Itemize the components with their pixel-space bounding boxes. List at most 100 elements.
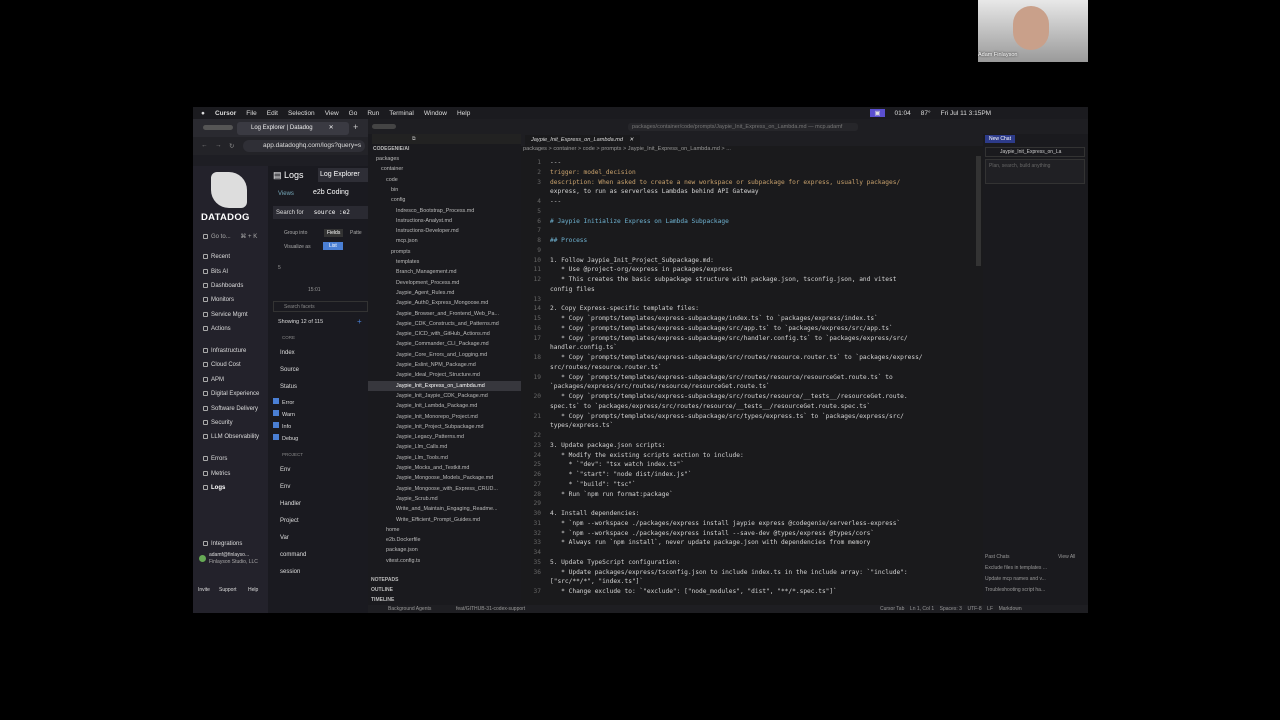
nav-errors[interactable]: Errors bbox=[203, 456, 227, 462]
view-all-link[interactable]: View All bbox=[1058, 554, 1075, 560]
status-debug[interactable]: Debug bbox=[273, 434, 368, 446]
back-icon[interactable]: ← bbox=[201, 142, 208, 149]
chat-tab[interactable]: Jaypie_Init_Express_on_La bbox=[985, 147, 1085, 157]
file-item[interactable]: Jaypie_Core_Errors_and_Logging.md bbox=[368, 350, 521, 360]
nav-security[interactable]: Security bbox=[203, 420, 233, 426]
nav-logs[interactable]: Logs bbox=[203, 485, 225, 491]
nav-bits-ai[interactable]: Bits AI bbox=[203, 269, 228, 275]
new-tab-icon[interactable]: + bbox=[353, 122, 358, 132]
goto-search[interactable]: Go to... ⌘ + K bbox=[203, 233, 257, 240]
status-warn[interactable]: Warn bbox=[273, 410, 368, 422]
file-item[interactable]: Jaypie_Agent_Rules.md bbox=[368, 288, 521, 298]
file-item[interactable]: mcp.json bbox=[368, 236, 521, 246]
file-item[interactable]: Jaypie_Mongoose_with_Express_CRUD... bbox=[368, 484, 521, 494]
support-button[interactable]: Support bbox=[219, 587, 237, 593]
nav-recent[interactable]: Recent bbox=[203, 254, 230, 260]
saved-view-name[interactable]: e2b Coding bbox=[313, 189, 349, 196]
file-item[interactable]: Jaypie_Llm_Tools.md bbox=[368, 453, 521, 463]
browser-tab[interactable]: Log Explorer | Datadog ✕ bbox=[237, 122, 349, 135]
editor-tab[interactable]: Jaypie_Init_Express_on_Lambda.md ✕ bbox=[525, 135, 640, 146]
file-item[interactable]: Jaypie_CDK_Constructs_and_Patterns.md bbox=[368, 319, 521, 329]
folder-item[interactable]: home bbox=[368, 525, 521, 535]
nav-llm-observability[interactable]: LLM Observability bbox=[203, 434, 259, 440]
add-facet-icon[interactable]: + bbox=[357, 317, 362, 326]
file-item[interactable]: Instructions-Developer.md bbox=[368, 226, 521, 236]
file-item[interactable]: Jaypie_Auth0_Express_Mongoose.md bbox=[368, 298, 521, 308]
breadcrumb-path[interactable]: packages > container > code > prompts > … bbox=[523, 146, 731, 152]
file-item[interactable]: Jaypie_Browser_and_Frontend_Web_Pa... bbox=[368, 309, 521, 319]
menu-run[interactable]: Run bbox=[367, 110, 379, 117]
menu-app-name[interactable]: Cursor bbox=[215, 110, 236, 117]
search-facets-input[interactable]: Search facets bbox=[273, 301, 368, 312]
file-item[interactable]: Jaypie_Llm_Calls.md bbox=[368, 442, 521, 452]
file-item[interactable]: Write_Efficient_Prompt_Guides.md bbox=[368, 515, 521, 525]
file-item[interactable]: Jaypie_Init_Express_on_Lambda.md bbox=[368, 380, 521, 391]
nav-actions[interactable]: Actions bbox=[203, 326, 231, 332]
avatar[interactable] bbox=[199, 555, 206, 562]
timeline-section[interactable]: TIMELINE bbox=[371, 595, 394, 605]
close-tab-icon[interactable]: ✕ bbox=[629, 137, 634, 143]
facet-session[interactable]: session bbox=[280, 569, 300, 575]
file-item[interactable]: Instructions-Analyst.md bbox=[368, 216, 521, 226]
nav-metrics[interactable]: Metrics bbox=[203, 471, 230, 477]
background-agents[interactable]: Background Agents bbox=[388, 606, 431, 612]
patterns-button[interactable]: Patte bbox=[350, 230, 362, 236]
file-item[interactable]: Jaypie_Legacy_Patterns.md bbox=[368, 432, 521, 442]
file-item[interactable]: Jaypie_Scrub.md bbox=[368, 494, 521, 504]
facet-var[interactable]: Var bbox=[280, 535, 289, 541]
facet-project[interactable]: Project bbox=[280, 518, 299, 524]
folder-item[interactable]: templates bbox=[368, 257, 521, 267]
outline-section[interactable]: OUTLINE bbox=[371, 585, 393, 595]
facet-env[interactable]: Env bbox=[280, 467, 290, 473]
close-tab-icon[interactable]: ✕ bbox=[329, 125, 334, 131]
nav-monitors[interactable]: Monitors bbox=[203, 297, 234, 303]
nav-infrastructure[interactable]: Infrastructure bbox=[203, 348, 246, 354]
log-search-input[interactable]: Search for source :e2 bbox=[273, 206, 368, 219]
fields-button[interactable]: Fields bbox=[324, 229, 344, 237]
file-item[interactable]: vitest.config.ts bbox=[368, 556, 521, 566]
nav-dashboards[interactable]: Dashboards bbox=[203, 283, 243, 289]
apple-icon[interactable]: ● bbox=[201, 110, 205, 117]
git-branch[interactable]: feat/GITHUB-31-codex-support bbox=[456, 606, 525, 612]
file-item[interactable]: Jaypie_Init_Jaypie_CDK_Package.md bbox=[368, 391, 521, 401]
menu-help[interactable]: Help bbox=[457, 110, 470, 117]
log-explorer-tab[interactable]: Log Explorer bbox=[318, 168, 368, 182]
views-button[interactable]: Views bbox=[278, 191, 294, 197]
menu-edit[interactable]: Edit bbox=[267, 110, 278, 117]
nav-service-mgmt[interactable]: Service Mgmt bbox=[203, 312, 248, 318]
status-info[interactable]: Info bbox=[273, 422, 368, 434]
file-item[interactable]: Jaypie_Eslint_NPM_Package.md bbox=[368, 360, 521, 370]
nav-digital-experience[interactable]: Digital Experience bbox=[203, 391, 259, 397]
command-center[interactable]: packages/container/code/prompts/Jaypie_I… bbox=[628, 123, 858, 131]
file-item[interactable]: Indresco_Bootstrap_Process.md bbox=[368, 206, 521, 216]
file-item[interactable]: Jaypie_Commander_CLI_Package.md bbox=[368, 339, 521, 349]
facet-handler[interactable]: Handler bbox=[280, 501, 301, 507]
nav-cloud-cost[interactable]: Cloud Cost bbox=[203, 362, 241, 368]
list-button[interactable]: List bbox=[323, 242, 343, 250]
url-field[interactable]: app.datadoghq.com/logs?query=s bbox=[243, 140, 365, 152]
file-item[interactable]: Jaypie_Init_Lambda_Package.md bbox=[368, 401, 521, 411]
file-item[interactable]: Jaypie_Ideal_Project_Structure.md bbox=[368, 370, 521, 380]
past-chat-item[interactable]: Exclude files in templates ... bbox=[985, 565, 1047, 571]
menu-selection[interactable]: Selection bbox=[288, 110, 315, 117]
file-item[interactable]: Jaypie_Init_Monorepo_Project.md bbox=[368, 412, 521, 422]
file-item[interactable]: Jaypie_CICD_with_GitHub_Actions.md bbox=[368, 329, 521, 339]
past-chat-item[interactable]: Update mcp names and v... bbox=[985, 576, 1046, 582]
folder-item[interactable]: bin bbox=[368, 185, 521, 195]
menu-file[interactable]: File bbox=[246, 110, 256, 117]
menu-view[interactable]: View bbox=[325, 110, 339, 117]
explorer-root[interactable]: CODEGENIE/AI bbox=[373, 144, 409, 154]
facet-status[interactable]: Status bbox=[280, 384, 297, 390]
notepads-section[interactable]: NOTEPADS bbox=[371, 575, 398, 585]
window-controls[interactable] bbox=[372, 124, 396, 129]
folder-item[interactable]: code bbox=[368, 175, 521, 185]
nav-integrations[interactable]: Integrations bbox=[203, 541, 242, 547]
facet-index[interactable]: Index bbox=[280, 350, 295, 356]
file-item[interactable]: Development_Process.md bbox=[368, 278, 521, 288]
new-chat-button[interactable]: New Chat bbox=[985, 135, 1015, 143]
folder-item[interactable]: packages bbox=[368, 154, 521, 164]
file-item[interactable]: Write_and_Maintain_Engaging_Readme... bbox=[368, 504, 521, 514]
file-item[interactable]: Jaypie_Init_Project_Subpackage.md bbox=[368, 422, 521, 432]
menu-window[interactable]: Window bbox=[424, 110, 447, 117]
file-item[interactable]: Jaypie_Mongoose_Models_Package.md bbox=[368, 473, 521, 483]
